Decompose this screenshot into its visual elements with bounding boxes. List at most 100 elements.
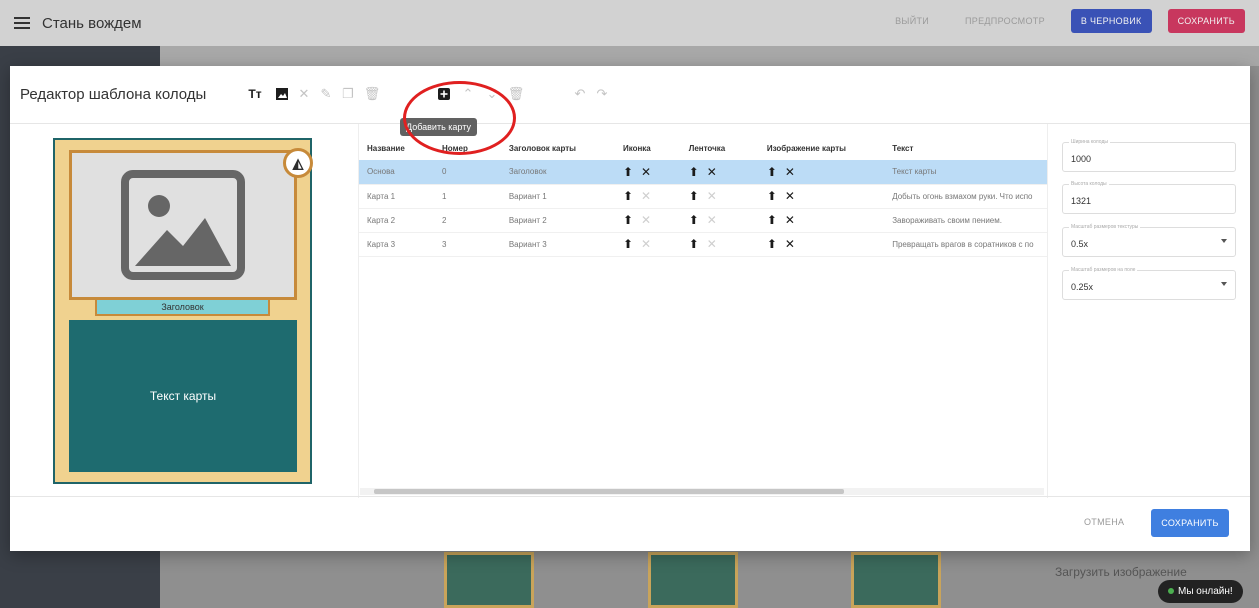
upload-icon[interactable]: ⬆ <box>689 237 699 251</box>
cell-number[interactable]: 1 <box>434 184 501 209</box>
remove-icon[interactable]: ✕ <box>641 189 651 203</box>
upload-icon[interactable]: ⬆ <box>767 189 777 203</box>
texture-scale-select[interactable]: Масштаб размеров текстуры 0.5x <box>1062 224 1236 257</box>
remove-icon[interactable]: ✕ <box>785 237 795 251</box>
table-header-row: Название Номер Заголовок карты Иконка Ле… <box>359 136 1047 160</box>
header-ribbon[interactable]: Ленточка <box>681 136 759 160</box>
logout-button[interactable]: ВЫЙТИ <box>885 9 939 33</box>
remove-icon[interactable]: ✕ <box>641 237 651 251</box>
card-icon-badge[interactable]: ◭ <box>283 148 313 178</box>
remove-icon[interactable]: ✕ <box>785 165 795 179</box>
upload-icon[interactable]: ⬆ <box>767 213 777 227</box>
upload-icon[interactable]: ⬆ <box>623 189 633 203</box>
add-card-tooltip: Добавить карту <box>400 118 477 136</box>
field-value[interactable]: 0.5x <box>1071 239 1088 249</box>
undo-icon[interactable]: ↶ <box>572 86 588 102</box>
cell-heading[interactable]: Вариант 3 <box>500 232 615 257</box>
cell-text[interactable]: Завораживать своим пением. <box>884 208 1047 233</box>
move-down-icon[interactable]: ⌄ <box>484 86 500 102</box>
bg-card <box>851 552 941 608</box>
copy-icon[interactable]: ❐ <box>340 86 356 102</box>
header-name[interactable]: Название <box>359 136 434 160</box>
upload-image-link[interactable]: Загрузить изображение <box>1055 565 1187 579</box>
image-icon[interactable] <box>274 86 290 102</box>
upload-icon[interactable]: ⬆ <box>689 213 699 227</box>
modal-toolbar: Редактор шаблона колоды Tт ✕ ✎ ❐ 🗑 ⌃ ⌄ 🗑… <box>10 66 1250 124</box>
upload-icon[interactable]: ⬆ <box>689 165 699 179</box>
cancel-button[interactable]: ОТМЕНА <box>1084 517 1124 527</box>
cell-number[interactable]: 3 <box>434 232 501 257</box>
bg-card <box>444 552 534 608</box>
header-number[interactable]: Номер <box>434 136 501 160</box>
redo-icon[interactable]: ↷ <box>594 86 610 102</box>
field-value[interactable]: 0.25x <box>1071 282 1093 292</box>
app-header: Стань вождем ВЫЙТИ ПРЕДПРОСМОТР В ЧЕРНОВ… <box>0 0 1259 46</box>
save-button[interactable]: СОХРАНИТЬ <box>1151 509 1229 537</box>
cell-name[interactable]: Основа <box>359 160 435 185</box>
deck-width-field[interactable]: Ширина колоды 1000 <box>1062 139 1236 172</box>
preview-button[interactable]: ПРЕДПРОСМОТР <box>955 9 1055 33</box>
table-row[interactable]: Карта 1 1 Вариант 1 ⬆ ✕ ⬆ ✕ ⬆ ✕ Добыть огон… <box>359 184 1047 209</box>
table-row[interactable]: Карта 3 3 Вариант 3 ⬆ ✕ ⬆ ✕ ⬆ ✕ Превращать … <box>359 232 1047 257</box>
field-value[interactable]: 1321 <box>1071 196 1091 206</box>
header-icon[interactable]: Иконка <box>615 136 681 160</box>
upload-icon[interactable]: ⬆ <box>767 237 777 251</box>
cell-name[interactable]: Карта 3 <box>359 232 435 257</box>
online-chat-badge[interactable]: Мы онлайн! <box>1158 580 1243 603</box>
pin-icon[interactable]: ✎ <box>318 86 334 102</box>
field-label: Масштаб размеров на поле <box>1069 267 1138 273</box>
upload-icon[interactable]: ⬆ <box>623 213 633 227</box>
chevron-down-icon[interactable] <box>1221 239 1227 243</box>
header-card-title[interactable]: Заголовок карты <box>501 136 615 160</box>
modal-title: Редактор шаблона колоды <box>20 86 207 103</box>
remove-icon[interactable]: ✕ <box>641 213 651 227</box>
cell-text[interactable]: Добыть огонь взмахом руки. Что испо <box>884 184 1047 209</box>
table-row[interactable]: Основа 0 Заголовок ⬆ ✕ ⬆ ✕ ⬆ ✕ Текст карты <box>359 160 1047 185</box>
card-text: Текст карты <box>69 320 297 472</box>
scrollbar-thumb[interactable] <box>374 489 844 494</box>
add-card-icon[interactable] <box>436 86 452 102</box>
header-text[interactable]: Текст <box>884 136 1047 160</box>
text-format-icon[interactable]: Tт <box>247 86 263 102</box>
delete-icon[interactable]: 🗑 <box>364 86 381 102</box>
remove-icon[interactable]: ✕ <box>707 213 717 227</box>
table-row[interactable]: Карта 2 2 Вариант 2 ⬆ ✕ ⬆ ✕ ⬆ ✕ Завораживат… <box>359 208 1047 233</box>
card-image-placeholder[interactable] <box>69 150 297 300</box>
upload-icon[interactable]: ⬆ <box>767 165 777 179</box>
cell-name[interactable]: Карта 1 <box>359 184 435 209</box>
field-scale-select[interactable]: Масштаб размеров на поле 0.25x <box>1062 267 1236 300</box>
remove-icon[interactable]: ✕ <box>641 165 651 179</box>
app-title: Стань вождем <box>42 14 142 32</box>
remove-icon[interactable]: ✕ <box>707 189 717 203</box>
app-save-button[interactable]: СОХРАНИТЬ <box>1167 9 1245 33</box>
remove-icon[interactable]: ✕ <box>707 237 717 251</box>
cell-heading[interactable]: Вариант 1 <box>500 184 615 209</box>
remove-icon[interactable]: ✕ <box>707 165 717 179</box>
app-subheader <box>160 46 1259 66</box>
upload-icon[interactable]: ⬆ <box>623 237 633 251</box>
cell-heading[interactable]: Вариант 2 <box>500 208 615 233</box>
header-card-image[interactable]: Изображение карты <box>759 136 884 160</box>
deck-template-editor-modal: Редактор шаблона колоды Tт ✕ ✎ ❐ 🗑 ⌃ ⌄ 🗑… <box>10 66 1250 551</box>
deck-height-field[interactable]: Высота колоды 1321 <box>1062 181 1236 214</box>
upload-icon[interactable]: ⬆ <box>623 165 633 179</box>
field-value[interactable]: 1000 <box>1071 154 1091 164</box>
app-actions: ВЫЙТИ ПРЕДПРОСМОТР В ЧЕРНОВИК СОХРАНИТЬ <box>885 9 1245 33</box>
remove-icon[interactable]: ✕ <box>785 213 795 227</box>
cell-name[interactable]: Карта 2 <box>359 208 435 233</box>
menu-icon[interactable] <box>14 17 30 29</box>
upload-icon[interactable]: ⬆ <box>689 189 699 203</box>
remove-icon[interactable]: ✕ <box>785 189 795 203</box>
cell-text[interactable]: Текст карты <box>884 160 1047 185</box>
field-label: Ширина колоды <box>1069 139 1110 145</box>
cell-heading[interactable]: Заголовок <box>500 160 615 185</box>
delete-card-icon[interactable]: 🗑 <box>508 86 525 102</box>
cell-number[interactable]: 2 <box>434 208 501 233</box>
cell-text[interactable]: Превращать врагов в соратников с по <box>884 232 1047 257</box>
chevron-down-icon[interactable] <box>1221 282 1227 286</box>
table-horizontal-scrollbar[interactable] <box>360 488 1044 495</box>
cell-number[interactable]: 0 <box>434 160 501 185</box>
draft-button[interactable]: В ЧЕРНОВИК <box>1070 9 1152 33</box>
clear-format-icon[interactable]: ✕ <box>296 86 312 102</box>
move-up-icon[interactable]: ⌃ <box>460 86 476 102</box>
